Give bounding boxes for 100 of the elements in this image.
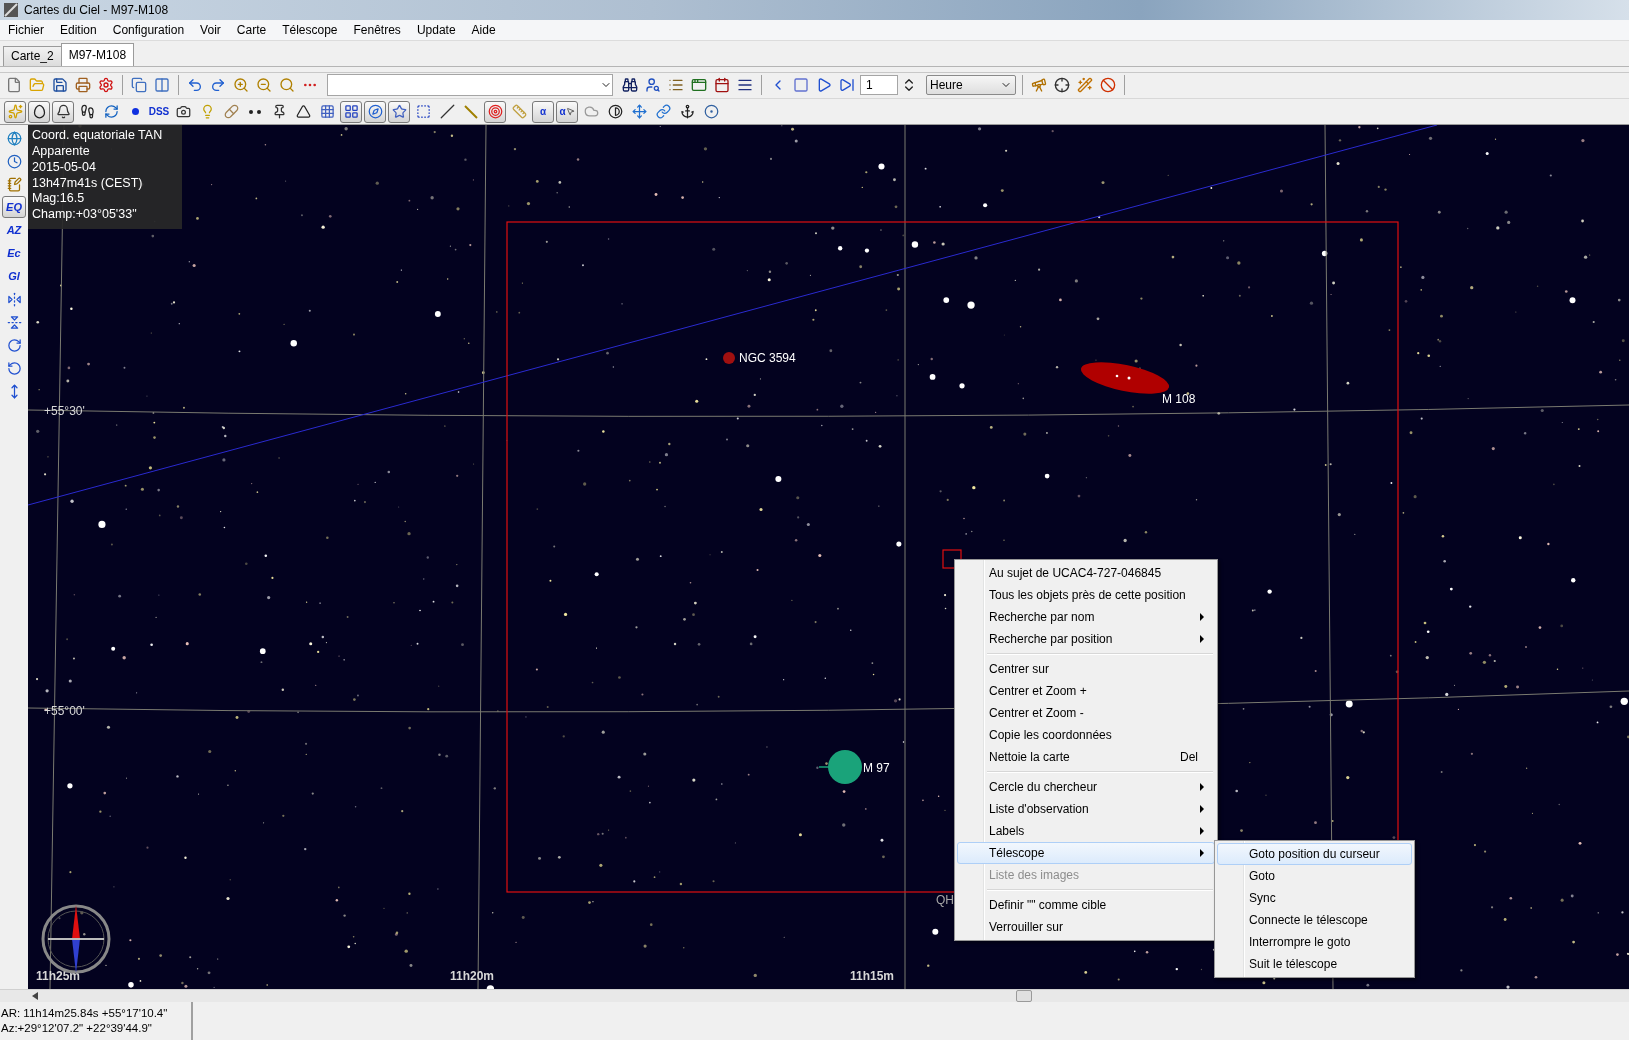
info-text: Mag:16.5 <box>32 191 86 208</box>
toolbar-toggle-button[interactable] <box>4 100 26 123</box>
nebula-disc-drawing <box>818 750 862 785</box>
link-icon <box>655 104 671 120</box>
grid-icon <box>319 104 335 120</box>
swirl-icon <box>103 104 119 120</box>
galaxy-dot <box>723 352 735 365</box>
object-label: M 97 <box>863 761 890 776</box>
menu-item[interactable]: Fenêtres <box>345 22 409 37</box>
app-icon <box>4 2 18 17</box>
toolbar-toggle-button[interactable] <box>388 100 410 123</box>
camera-icon <box>175 104 191 120</box>
toolbar-toggle-button[interactable]: α <box>556 100 578 123</box>
menu-item[interactable]: Carte <box>228 22 275 37</box>
tab[interactable]: Carte_2 <box>3 45 62 66</box>
sidebar-button[interactable]: AZ <box>2 219 26 242</box>
status-text: AR: 11h14m25.84s +55°17'10.4" <box>1 1006 169 1022</box>
context-menu-item[interactable]: Nettoie la carte Del <box>957 746 1215 768</box>
notes-icon <box>6 176 22 192</box>
scroll-left-icon[interactable] <box>32 992 38 1001</box>
context-menu-item[interactable]: Liste d'observation <box>957 798 1215 820</box>
capsule-icon <box>223 104 239 120</box>
grid-icon <box>343 104 359 120</box>
toolbar-toggle-button[interactable] <box>28 100 50 123</box>
context-menu-item[interactable]: Recherche par position <box>957 628 1215 650</box>
context-menu-item[interactable]: Centrer et Zoom - <box>957 702 1215 724</box>
submenu-arrow-icon <box>1200 805 1204 813</box>
submenu-item[interactable]: Sync <box>1217 887 1412 909</box>
clock-icon <box>6 153 22 169</box>
toolbar-toggle-button[interactable] <box>52 100 74 123</box>
object-label: QH <box>936 893 954 908</box>
submenu-item[interactable]: Connecte le télescope <box>1217 909 1412 931</box>
submenu-item[interactable]: Interrompre le goto <box>1217 931 1412 953</box>
toolbar-toggle-button[interactable]: α <box>532 100 554 123</box>
context-menu-item[interactable]: Verrouiller sur <box>957 916 1215 938</box>
declination-label: +55°00' <box>44 704 85 719</box>
status-text: Az:+29°12'07.2" +22°39'44.9" <box>1 1021 153 1037</box>
submenu-arrow-icon <box>1200 613 1204 621</box>
menu-item[interactable]: Aide <box>463 22 504 37</box>
menu-item[interactable]: Télescope <box>274 22 346 37</box>
menu-item[interactable]: Update <box>408 22 464 37</box>
tab[interactable]: M97-M108 <box>60 42 135 66</box>
context-menu-item[interactable]: Cercle du chercheur <box>957 776 1215 798</box>
star-icon <box>391 104 407 120</box>
submenu-item[interactable]: Suit le télescope <box>1217 953 1412 975</box>
circles-icon <box>703 104 719 120</box>
submenu-arrow-icon <box>1200 783 1204 791</box>
toolbar-toggle-button[interactable]: DSS <box>148 100 170 123</box>
flip-vertical-icon <box>6 314 22 330</box>
submenu-arrow-icon <box>1200 635 1204 643</box>
toolbar-toggle-button[interactable] <box>364 100 386 123</box>
context-menu-item[interactable]: Copie les coordonnées <box>957 724 1215 746</box>
context-menu-item[interactable]: Centrer sur <box>957 658 1215 680</box>
context-menu-item[interactable]: Au sujet de UCAC4-727-046845 <box>957 562 1215 584</box>
context-menu-item[interactable]: Labels <box>957 820 1215 842</box>
cloud-icon <box>583 104 599 120</box>
rotate-counterclockwise-icon <box>6 360 22 376</box>
contrast-icon <box>607 104 623 120</box>
ruler-icon <box>511 104 527 120</box>
scrollbar-thumb[interactable] <box>1016 990 1032 1003</box>
context-menu-item[interactable]: Tous les objets près de cette position <box>957 584 1215 606</box>
dot-icon <box>131 108 139 116</box>
right-ascension-label: 11h15m <box>850 969 895 984</box>
sidebar-button[interactable]: Gl <box>2 265 26 288</box>
toolbar-toggle-button[interactable] <box>484 100 506 123</box>
horizontal-scrollbar[interactable] <box>0 989 1629 1003</box>
right-ascension-label: 11h20m <box>450 969 495 984</box>
sidebar-button[interactable]: Ec <box>2 242 26 265</box>
bright-star <box>486 985 495 990</box>
object-label: NGC 3594 <box>739 351 796 366</box>
info-text: 13h47m41s (CEST) <box>32 175 144 192</box>
context-menu-item[interactable]: Definir "" comme cible <box>957 894 1215 916</box>
info-text: 2015-05-04 <box>32 159 97 176</box>
context-menu-item[interactable]: Télescope <box>957 842 1215 864</box>
menu-item[interactable]: Configuration <box>104 22 193 37</box>
dashed-square-icon <box>415 104 431 120</box>
spin-field[interactable]: 1 <box>860 75 898 96</box>
info-text: Coord. equatoriale TAN <box>32 128 164 145</box>
context-menu-item[interactable]: Centrer et Zoom + <box>957 680 1215 702</box>
menu-item[interactable]: Edition <box>52 22 105 37</box>
info-text: Champ:+03°05'33" <box>32 207 138 224</box>
globe-icon <box>6 130 22 146</box>
declination-label: +55°30' <box>44 404 85 419</box>
footprint-icon <box>79 104 95 120</box>
menu-item[interactable]: Fichier <box>0 22 52 37</box>
anchor-icon <box>679 104 695 120</box>
toolbar-toggle-button[interactable] <box>340 100 362 123</box>
time-unit-select[interactable]: Heure <box>926 75 1016 96</box>
target-icon <box>487 104 503 120</box>
submenu-item[interactable]: Goto <box>1217 865 1412 887</box>
menu-item[interactable]: Voir <box>192 22 229 37</box>
context-menu-item[interactable]: Recherche par nom <box>957 606 1215 628</box>
sidebar-button[interactable]: EQ <box>2 196 26 219</box>
pin-icon <box>271 104 287 120</box>
rotate-clockwise-icon <box>6 337 22 353</box>
window-title: Cartes du Ciel - M97-M108 <box>24 2 169 17</box>
submenu-item[interactable]: Goto position du curseur <box>1217 843 1412 865</box>
compass-icon <box>367 104 383 120</box>
sparkles-icon <box>7 104 23 120</box>
submenu-arrow-icon <box>1200 827 1204 835</box>
